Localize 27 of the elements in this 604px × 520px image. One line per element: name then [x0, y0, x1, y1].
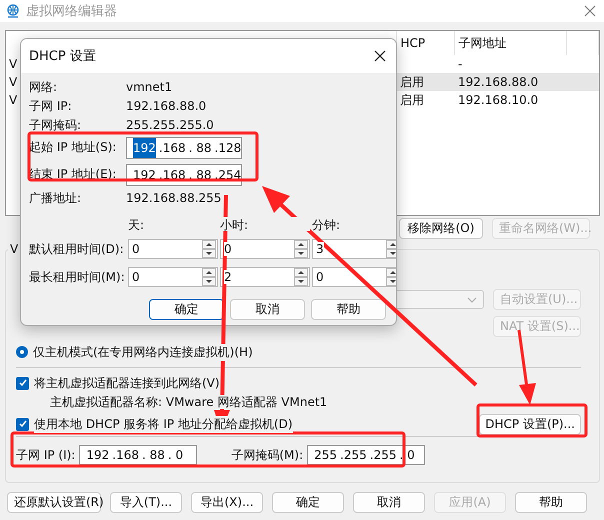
checkbox-label: 将主机虚拟适配器连接到此网络(V)	[34, 374, 220, 392]
field-label: 子网 IP (I):	[16, 446, 76, 464]
field-label: 默认租用时间(D):	[29, 240, 125, 258]
info-value: 255.255.255.0	[126, 117, 215, 134]
adapter-name-text: 主机虚拟适配器名称: VMware 网络适配器 VMnet1	[50, 395, 328, 409]
column-label: 小时:	[220, 217, 310, 231]
radio-label: 仅主机模式(在专用网络内连接虚拟机)(H)	[33, 344, 253, 360]
info-label: 子网 IP:	[29, 98, 73, 115]
window-title: 虚拟网络编辑器	[26, 3, 118, 20]
info-value: 192.168.88.255	[126, 190, 222, 207]
dialog-title: DHCP 设置	[29, 48, 96, 65]
info-value: vmnet1	[126, 79, 174, 96]
network-name: V	[9, 57, 18, 71]
field-label: 子网掩码(M):	[231, 446, 304, 464]
dhcp-status: 启用	[400, 74, 424, 88]
field-label: 最长租用时间(M):	[29, 268, 126, 286]
network-name: V	[9, 75, 18, 89]
field-label: 起始 IP 地址(S):	[29, 139, 118, 156]
info-label: 广播地址:	[29, 190, 82, 207]
info-value: 192.168.88.0	[126, 98, 208, 115]
dhcp-status: 启用	[400, 92, 424, 106]
network-name: V	[9, 93, 18, 107]
group-label: V	[8, 242, 20, 256]
checkbox-label: 使用本地 DHCP 服务将 IP 地址分配给虚拟机(D)	[34, 416, 293, 432]
column-label: 分钟:	[312, 217, 396, 231]
info-label: 子网掩码:	[29, 117, 82, 134]
info-label: 网络:	[29, 79, 58, 96]
